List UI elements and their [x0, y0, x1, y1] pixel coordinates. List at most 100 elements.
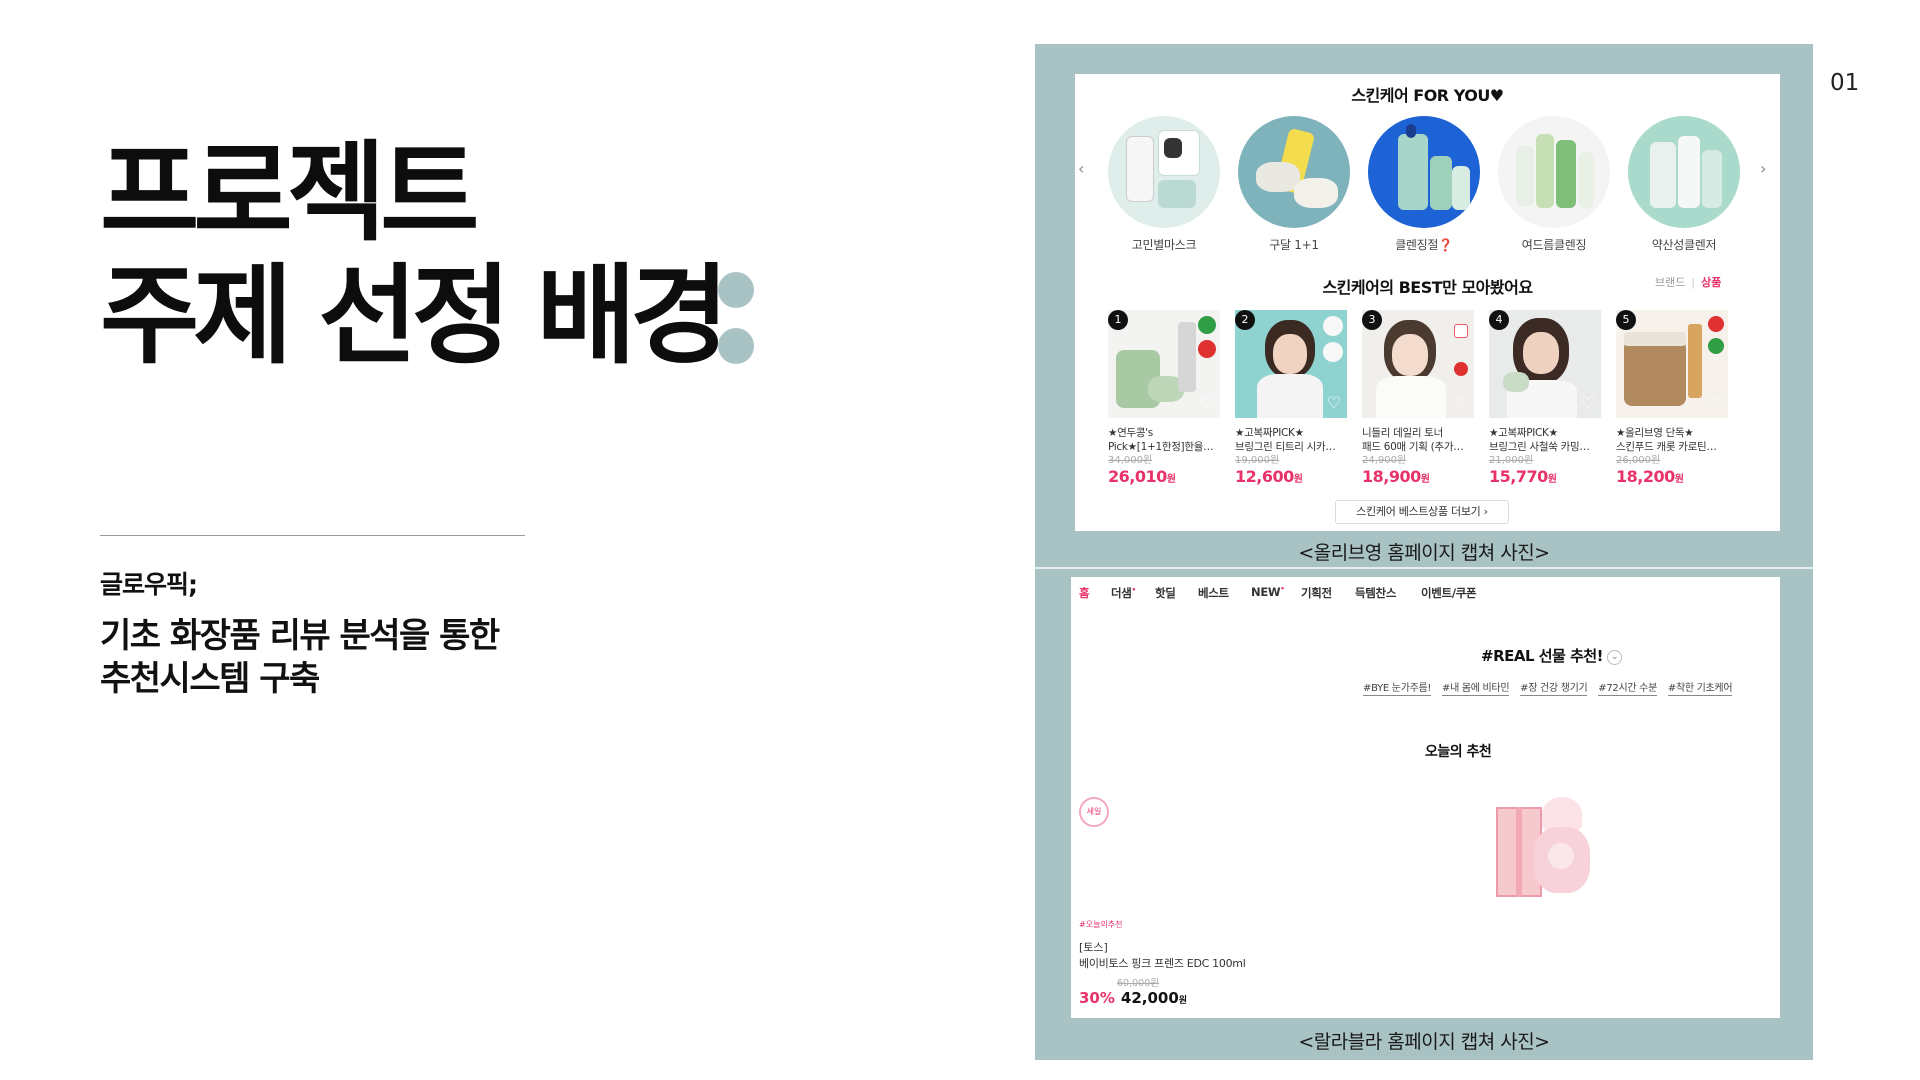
- product-card[interactable]: 5 ♡ ★올리브영 단독★ 스킨푸드 캐롯 카로틴… 26,000원 18,20…: [1616, 310, 1728, 486]
- heart-icon[interactable]: ♡: [1708, 393, 1722, 412]
- heart-icon[interactable]: ♡: [1327, 393, 1341, 412]
- nav-best[interactable]: 베스트: [1198, 585, 1229, 601]
- nav-home[interactable]: 홈: [1079, 585, 1090, 601]
- product-hashtag: #오늘의추천: [1079, 920, 1123, 929]
- mask-products-icon: [1108, 116, 1220, 228]
- hashtag[interactable]: #장 건강 챙기기: [1520, 683, 1588, 696]
- todays-pick-title: 오늘의 추천: [1425, 744, 1492, 760]
- category-circle[interactable]: 여드름클렌징: [1498, 116, 1610, 253]
- colon-dot-top: [718, 272, 754, 308]
- skincare-for-you-title: 스킨케어 FOR YOU♥: [1351, 86, 1504, 105]
- slide-title: 프로젝트 주제 선정 배경: [100, 132, 729, 378]
- discount-rate: 30%: [1079, 989, 1115, 1007]
- rank-badge: 1: [1108, 310, 1128, 330]
- product-image: 4 ♡: [1489, 310, 1601, 418]
- hashtag[interactable]: #BYE 눈가주름!: [1363, 683, 1431, 696]
- sale-price: 30% 42,000원: [1079, 989, 1245, 1007]
- tab-separator: |: [1691, 276, 1696, 289]
- rank-badge: 2: [1235, 310, 1255, 330]
- nav-new[interactable]: NEW•: [1251, 585, 1285, 599]
- page-number: 01: [1830, 70, 1860, 96]
- top-nav: 홈 더샘• 핫딜 베스트 NEW• 기획전 득템찬스 이벤트/쿠폰: [1071, 577, 1780, 607]
- product-image: 1 ♡: [1108, 310, 1220, 418]
- rank-badge: 4: [1489, 310, 1509, 330]
- panel-seam: [1035, 567, 1813, 569]
- subject-line-2: 추천시스템 구축: [100, 659, 320, 699]
- nav-exhibition[interactable]: 기획전: [1301, 585, 1332, 601]
- nav-thesaem-label: 더샘: [1111, 586, 1132, 600]
- product-info[interactable]: #오늘의추천 [토스] 베이비토스 핑크 프렌즈 EDC 100ml 60,00…: [1079, 919, 1246, 1007]
- nav-chance[interactable]: 득템찬스: [1355, 585, 1396, 601]
- product-image: 3 ♡: [1362, 310, 1474, 418]
- tab-brand[interactable]: 브랜드: [1655, 276, 1685, 289]
- lalavla-screenshot: 홈 더샘• 핫딜 베스트 NEW• 기획전 득템찬스 이벤트/쿠폰 #REAL …: [1071, 577, 1780, 1018]
- more-bestsellers-button[interactable]: 스킨케어 베스트상품 더보기 ›: [1335, 500, 1509, 524]
- original-price: 21,000원: [1489, 455, 1534, 466]
- subject-line-1: 기초 화장품 리뷰 분석을 통한: [100, 616, 500, 656]
- weak-acid-cleanser-icon: [1628, 116, 1740, 228]
- nav-thesaem[interactable]: 더샘•: [1111, 585, 1136, 601]
- acne-cleansing-tubes-icon: [1498, 116, 1610, 228]
- hashtag[interactable]: #72시간 수분: [1598, 683, 1657, 696]
- product-card[interactable]: 1 ♡ ★연두콩's Pick★[1+1한정]한율… 34,000원 26,01…: [1108, 310, 1220, 486]
- sale-badge: 세일: [1079, 797, 1109, 827]
- hashtag[interactable]: #내 몸에 비타민: [1442, 683, 1510, 696]
- category-label: 고민별마스크: [1131, 238, 1197, 252]
- product-card[interactable]: 3 ♡ 니들리 데일리 토너 패드 60매 기획 (추가… 24,900원 18…: [1362, 310, 1474, 486]
- product-image: 2 ♡: [1235, 310, 1347, 418]
- chevron-left-icon[interactable]: ‹: [1078, 159, 1084, 178]
- original-price: 26,000원: [1616, 455, 1661, 466]
- tab-product[interactable]: 상품: [1701, 276, 1721, 289]
- chevron-down-icon: ⌄: [1607, 650, 1623, 665]
- product-card[interactable]: 4 ♡ ★고복짜PICK★ 브링그린 사철쑥 카밍… 21,000원 15,77…: [1489, 310, 1601, 486]
- product-name: ★고복짜PICK★: [1235, 427, 1304, 439]
- heart-icon[interactable]: ♡: [1454, 393, 1468, 412]
- sale-price: 26,010원: [1108, 467, 1220, 486]
- product-card[interactable]: 2 ♡ ★고복짜PICK★ 브링그린 티트리 시카… 19,000원 12,60…: [1235, 310, 1347, 486]
- gift-set-image[interactable]: [1496, 797, 1596, 907]
- category-label: 구달 1+1: [1269, 238, 1319, 252]
- currency: 원: [1674, 474, 1684, 485]
- cleansing-products-icon: [1368, 116, 1480, 228]
- nav-new-label: NEW: [1251, 585, 1281, 599]
- real-gift-title[interactable]: #REAL 선물 추천! ⌄: [1481, 645, 1623, 666]
- product-image: 5 ♡: [1616, 310, 1728, 418]
- heart-icon[interactable]: ♡: [1200, 393, 1214, 412]
- original-price: 60,000원: [1117, 978, 1159, 989]
- original-price: 34,000원: [1108, 455, 1153, 466]
- cream-products-icon: [1238, 116, 1350, 228]
- product-name: 베이비토스 핑크 프렌즈 EDC 100ml: [1079, 957, 1246, 970]
- sale-price-value: 18,900: [1362, 467, 1421, 486]
- product-name-2: 브링그린 티트리 시카…: [1235, 441, 1336, 453]
- currency: 원: [1166, 474, 1176, 485]
- product-name-2: 스킨푸드 캐롯 카로틴…: [1616, 441, 1717, 453]
- currency: 원: [1547, 474, 1557, 485]
- chevron-right-icon[interactable]: ›: [1760, 159, 1766, 178]
- heart-icon[interactable]: ♡: [1581, 393, 1595, 412]
- category-circle[interactable]: 고민별마스크: [1108, 116, 1220, 253]
- category-circle[interactable]: 약산성클렌저: [1628, 116, 1740, 253]
- colon-dot-bottom: [718, 328, 754, 364]
- hashtag-list: #BYE 눈가주름! #내 몸에 비타민 #장 건강 챙기기 #72시간 수분 …: [1363, 679, 1740, 696]
- nav-hotdeal[interactable]: 핫딜: [1155, 585, 1176, 601]
- sale-price: 18,900원: [1362, 467, 1474, 486]
- hashtag[interactable]: #착한 기초케어: [1667, 683, 1733, 696]
- original-price: 24,900원: [1362, 455, 1407, 466]
- nav-events[interactable]: 이벤트/쿠폰: [1421, 585, 1477, 601]
- oliveyoung-caption: <올리브영 홈페이지 캡쳐 사진>: [1298, 542, 1550, 564]
- team-name: 글로우픽;: [100, 570, 198, 599]
- sale-price: 15,770원: [1489, 467, 1601, 486]
- new-dot-icon: •: [1280, 585, 1285, 594]
- category-circle[interactable]: 구달 1+1: [1238, 116, 1350, 253]
- lalavla-caption: <랄라블라 홈페이지 캡쳐 사진>: [1298, 1031, 1550, 1053]
- product-brand: [토스]: [1079, 941, 1108, 954]
- currency: 원: [1420, 474, 1430, 485]
- category-circle[interactable]: 클렌징절❓: [1368, 116, 1480, 253]
- project-subject: 기초 화장품 리뷰 분석을 통한 추천시스템 구축: [100, 615, 500, 701]
- category-label: 여드름클렌징: [1521, 238, 1587, 252]
- rank-badge: 3: [1362, 310, 1382, 330]
- sale-price-value: 12,600: [1235, 467, 1294, 486]
- sale-price-value: 15,770: [1489, 467, 1548, 486]
- sale-price: 12,600원: [1235, 467, 1347, 486]
- product-name: ★고복짜PICK★: [1489, 427, 1558, 439]
